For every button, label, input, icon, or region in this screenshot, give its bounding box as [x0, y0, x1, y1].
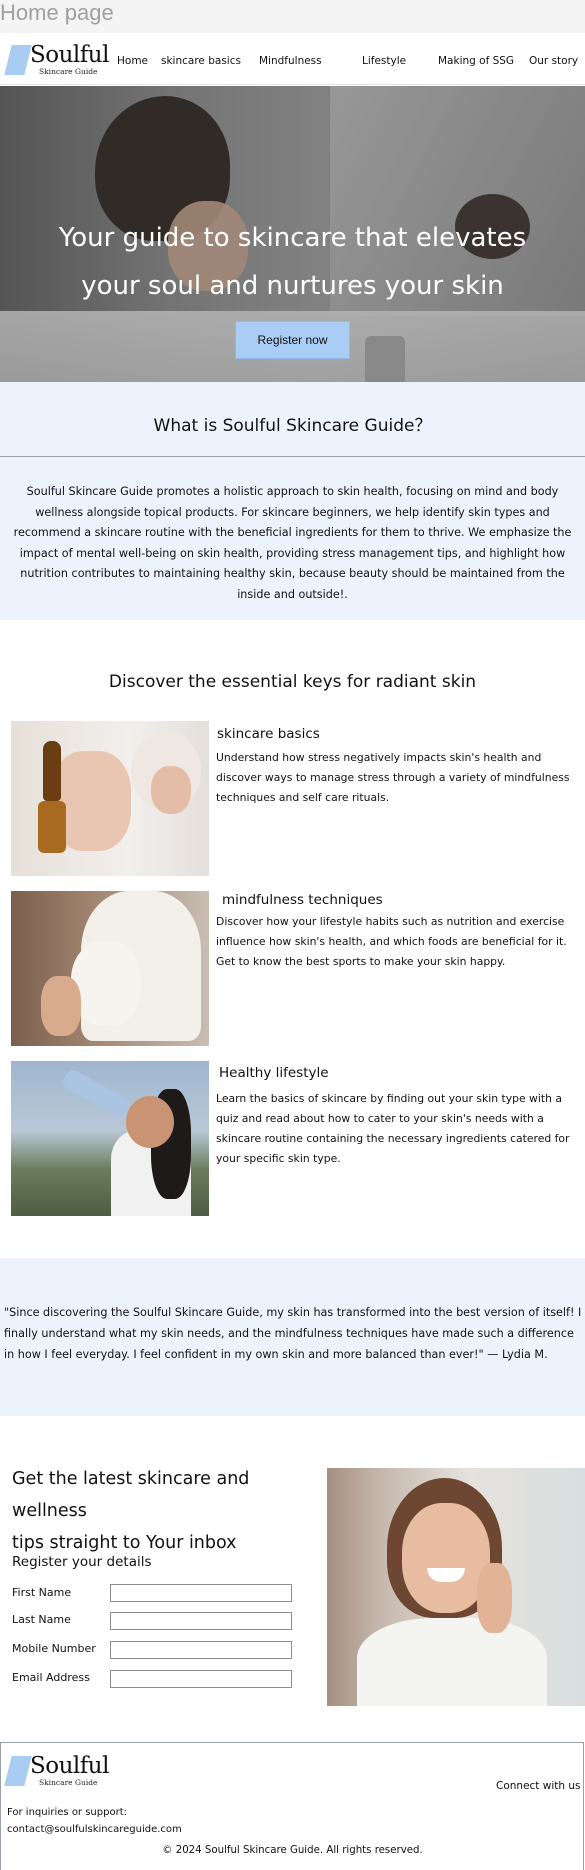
top-navbar: Soulful Skincare Guide Home skincare bas… [0, 33, 585, 85]
brand-tagline: Skincare Guide [39, 67, 98, 76]
footer-brand-tagline: Skincare Guide [39, 1778, 98, 1787]
nav-making-of-ssg[interactable]: Making of SSG [438, 55, 514, 68]
connect-with-us[interactable]: Connect with us [496, 1780, 581, 1793]
footer-brand-logo[interactable]: Soulful Skincare Guide [4, 1753, 109, 1793]
nav-mindfulness[interactable]: Mindfulness [259, 55, 322, 68]
newsletter-image-smiling-woman [327, 1468, 585, 1706]
newsletter-title: Get the latest skincare and wellness tip… [12, 1463, 312, 1559]
page-label-bar: Home page [0, 0, 585, 33]
inquiries-label: For inquiries or support: [7, 1807, 127, 1818]
nav-lifestyle[interactable]: Lifestyle [362, 55, 406, 68]
about-title: What is Soulful Skincare Guide？ [153, 416, 432, 436]
last-name-label: Last Name [12, 1613, 71, 1626]
feature-title-3[interactable]: Healthy lifestyle [219, 1064, 329, 1082]
email-address-input[interactable] [110, 1670, 292, 1688]
email-address-label: Email Address [12, 1671, 90, 1684]
hero-title-line-2: your soul and nurtures your skin [81, 271, 504, 301]
about-section: What is Soulful Skincare Guide？ Soulful … [0, 382, 585, 620]
logo-mark-icon [4, 45, 32, 75]
contact-email-link[interactable]: contact@soulfulskincareguide.com [7, 1823, 182, 1836]
register-now-button[interactable]: Register now [235, 321, 350, 359]
hero-title-line-1: Your guide to skincare that elevates [58, 223, 527, 253]
testimonial-quote: "Since discovering the Soulful Skincare … [4, 1306, 582, 1361]
nav-home[interactable]: Home [117, 55, 148, 68]
keys-section-title: Discover the essential keys for radiant … [108, 672, 477, 692]
feature-text-3: Learn the basics of skincare by finding … [216, 1092, 570, 1165]
nav-skincare-basics[interactable]: skincare basics [161, 55, 241, 68]
nav-our-story[interactable]: Our story [529, 55, 578, 68]
feature-text-1: Understand how stress negatively impacts… [216, 751, 570, 804]
feature-text-2: Discover how your lifestyle habits such … [216, 915, 567, 968]
copyright-text: © 2024 Soulful Skincare Guide. All right… [162, 1845, 423, 1856]
logo-mark-icon [4, 1756, 32, 1786]
feature-image-face-mask [11, 891, 209, 1046]
brand-logo[interactable]: Soulful Skincare Guide [4, 42, 109, 82]
feature-image-drinking-water [11, 1061, 209, 1216]
section-divider [0, 456, 585, 457]
first-name-label: First Name [12, 1586, 72, 1599]
first-name-input[interactable] [110, 1584, 292, 1602]
mobile-number-input[interactable] [110, 1641, 292, 1659]
feature-title-1[interactable]: skincare basics [217, 725, 320, 743]
register-details-title: Register your details [12, 1554, 152, 1570]
last-name-input[interactable] [110, 1612, 292, 1630]
brand-name: Soulful [30, 42, 109, 68]
feature-image-serum [11, 721, 209, 876]
newsletter-title-line-1: Get the latest skincare and wellness [12, 1469, 250, 1521]
mobile-number-label: Mobile Number [12, 1642, 96, 1655]
about-body: Soulful Skincare Guide promotes a holist… [13, 485, 572, 601]
page-label: Home page [0, 0, 114, 25]
footer-brand-name: Soulful [30, 1753, 109, 1779]
testimonial-section: "Since discovering the Soulful Skincare … [0, 1258, 585, 1416]
feature-title-2[interactable]: mindfulness techniques [222, 891, 383, 909]
